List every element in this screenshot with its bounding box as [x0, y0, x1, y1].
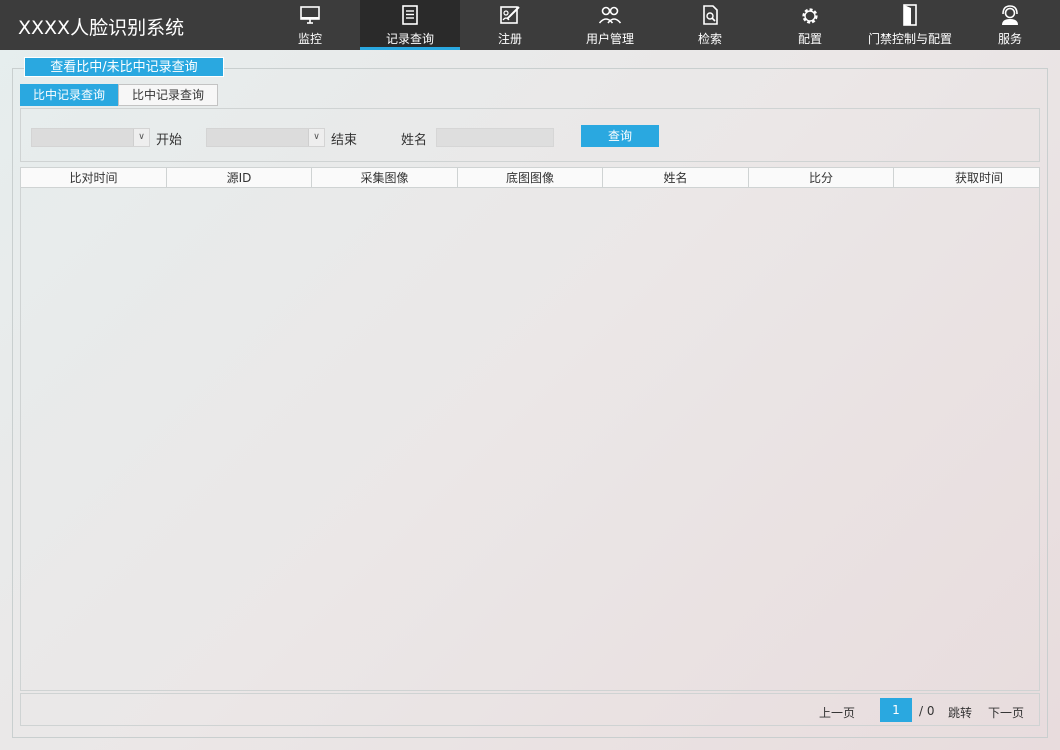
- tab-matched-records-2[interactable]: 比中记录查询: [118, 84, 218, 106]
- jump-button[interactable]: 跳转: [948, 704, 972, 721]
- nav-label: 服务: [997, 32, 1022, 46]
- nav-item-access-control[interactable]: 门禁控制与配置: [860, 0, 960, 50]
- results-table: 比对时间 源ID 采集图像 底图图像 姓名 比分 获取时间: [20, 167, 1040, 691]
- nav-label: 监控: [297, 32, 322, 46]
- end-time-select[interactable]: ∨: [206, 128, 325, 147]
- tab-matched-records[interactable]: 比中记录查询: [20, 84, 118, 106]
- column-header: 采集图像: [312, 168, 458, 188]
- column-header: 获取时间: [954, 171, 1003, 185]
- column-header: 底图图像: [458, 168, 603, 188]
- column-header: 比对时间: [21, 168, 167, 188]
- table-header: 比对时间 源ID 采集图像 底图图像 姓名 比分 获取时间: [21, 168, 1039, 188]
- name-input[interactable]: [436, 128, 554, 147]
- page-number-input[interactable]: 1: [880, 698, 912, 722]
- filter-bar: ∨ 开始 ∨ 结束 姓名 查询: [20, 108, 1040, 162]
- next-page-button[interactable]: 下一页: [988, 704, 1024, 721]
- pagination: 上一页 1 / 0 跳转 下一页: [20, 693, 1040, 726]
- nav-label: 注册: [497, 32, 522, 46]
- nav-item-search[interactable]: 检索: [660, 0, 760, 50]
- nav-item-config[interactable]: 配置: [760, 0, 860, 50]
- nav-item-monitor[interactable]: 监控: [260, 0, 360, 50]
- end-label: 结束: [331, 133, 358, 148]
- start-label: 开始: [156, 133, 183, 148]
- gear-icon: [802, 8, 818, 24]
- prev-page-button[interactable]: 上一页: [819, 704, 855, 721]
- top-bar: XXXX人脸识别系统 监控 记录查询 注册 用户管理 检索 配置 门禁控制与配置…: [0, 0, 1060, 50]
- nav-label: 记录查询: [385, 32, 434, 46]
- start-time-select[interactable]: ∨: [31, 128, 150, 147]
- name-label: 姓名: [401, 133, 428, 148]
- chevron-down-icon: ∨: [133, 129, 149, 146]
- nav-label: 检索: [697, 32, 722, 46]
- query-button[interactable]: 查询: [581, 125, 659, 147]
- column-header: 源ID: [167, 168, 312, 188]
- column-header: 姓名: [603, 168, 749, 188]
- headset-icon: [1002, 5, 1018, 25]
- nav-label: 配置: [797, 32, 822, 46]
- page-total: / 0: [919, 704, 935, 718]
- register-edit-icon: [500, 6, 520, 24]
- nav-item-service[interactable]: 服务: [960, 0, 1060, 50]
- nav-item-record-query[interactable]: 记录查询: [360, 0, 460, 50]
- search-document-icon: [703, 5, 718, 25]
- column-header: 比分: [749, 168, 894, 188]
- nav-item-register[interactable]: 注册: [460, 0, 560, 50]
- chevron-down-icon: ∨: [308, 129, 324, 146]
- monitor-icon: [300, 6, 320, 24]
- nav-label: 用户管理: [585, 32, 634, 46]
- document-icon: [402, 5, 418, 25]
- app-title: XXXX人脸识别系统: [18, 17, 185, 39]
- nav-label: 门禁控制与配置: [867, 32, 952, 46]
- door-icon: [903, 4, 917, 26]
- users-icon: [598, 6, 622, 24]
- nav-item-user-management[interactable]: 用户管理: [560, 0, 660, 50]
- panel-title: 查看比中/未比中记录查询: [24, 57, 224, 77]
